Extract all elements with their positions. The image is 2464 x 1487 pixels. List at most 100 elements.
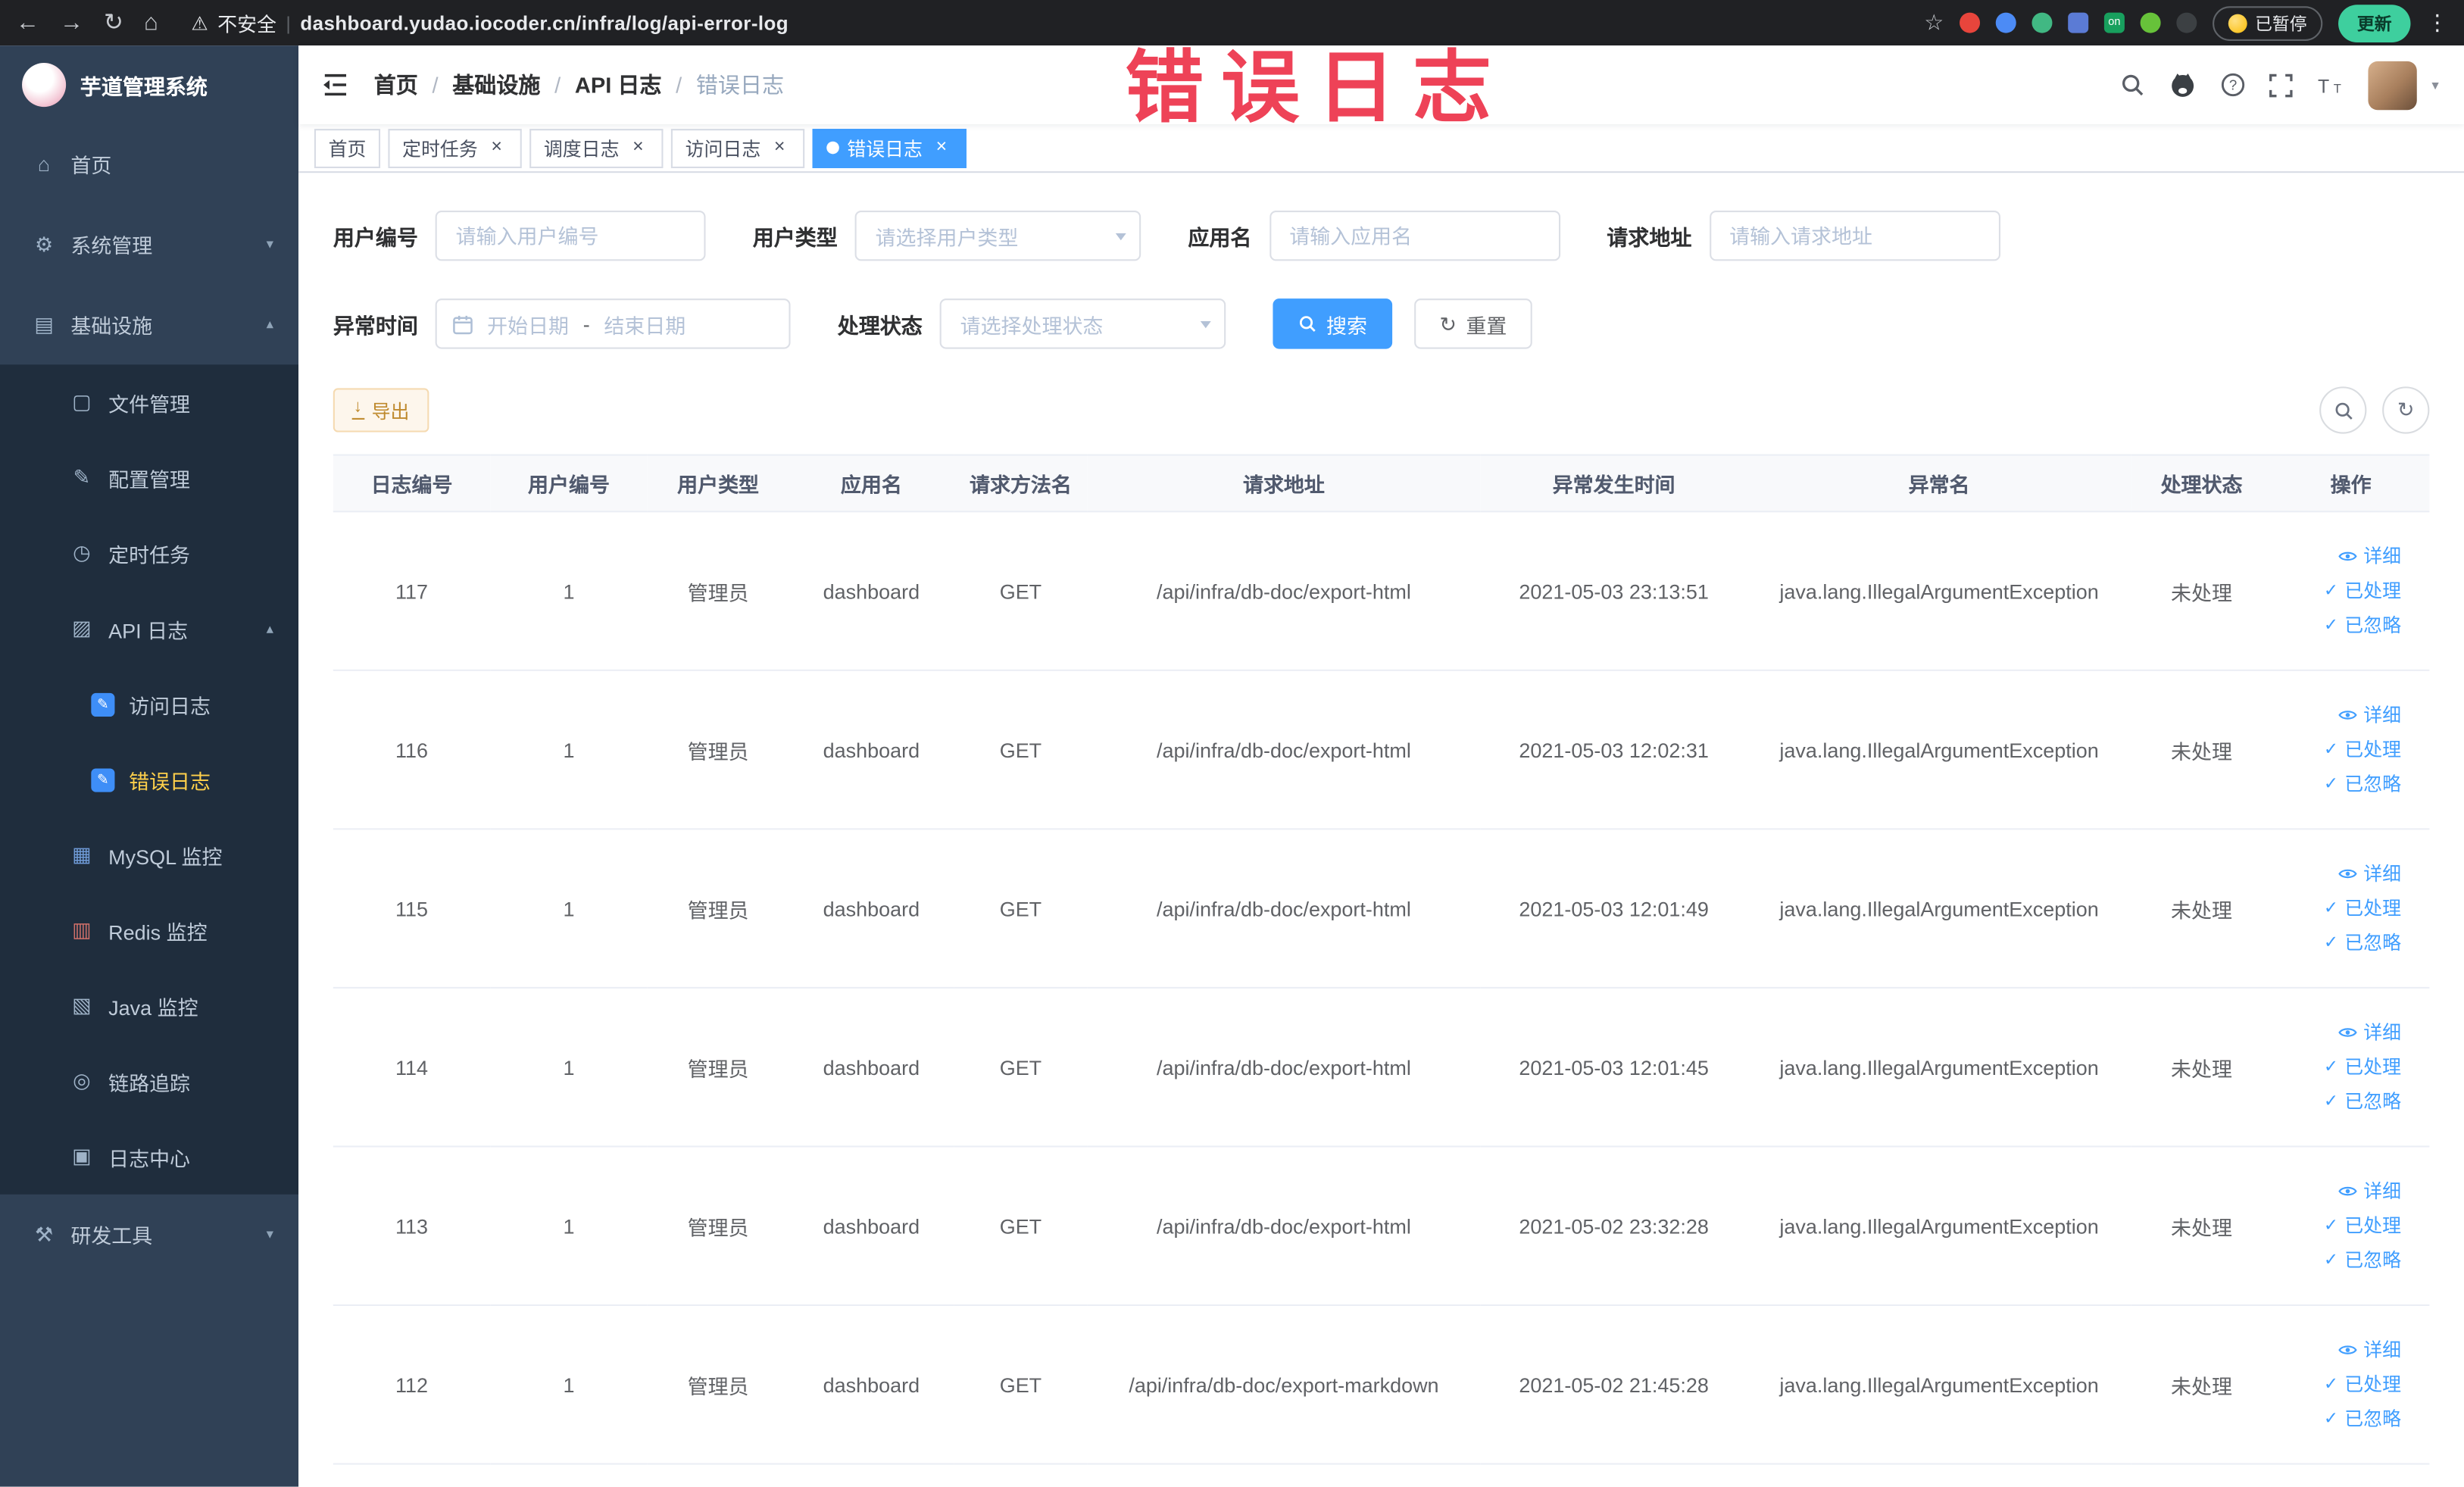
gear-icon: ⚙ — [34, 232, 54, 256]
browser-update-button[interactable]: 更新 — [2338, 4, 2411, 42]
sidebar-item-home[interactable]: ⌂ 首页 — [0, 124, 298, 205]
browser-reload-icon[interactable]: ↻ — [104, 11, 123, 35]
app-name-input[interactable] — [1269, 210, 1560, 261]
cell-process-status: 未处理 — [2131, 1304, 2272, 1465]
extension-icon[interactable] — [1960, 12, 1981, 33]
detail-link[interactable]: 详细 — [2281, 539, 2401, 574]
cell-exception-name: java.lang.IllegalArgumentException — [1747, 829, 2131, 989]
refresh-icon: ↻ — [2397, 397, 2415, 421]
toggle-search-button[interactable] — [2319, 386, 2367, 434]
mark-ignored-link[interactable]: ✓ 已忽略 — [2281, 1402, 2401, 1437]
tab-schedule-log[interactable]: 调度日志 × — [529, 128, 664, 167]
mark-processed-link[interactable]: ✓ 已处理 — [2281, 733, 2401, 767]
close-icon[interactable]: × — [627, 136, 649, 158]
user-id-input[interactable] — [435, 210, 706, 261]
hamburger-icon[interactable] — [322, 66, 361, 104]
detail-link[interactable]: 详细 — [2281, 698, 2401, 733]
mark-processed-link[interactable]: ✓ 已处理 — [2281, 891, 2401, 926]
start-date-placeholder[interactable]: 开始日期 — [487, 309, 569, 339]
extension-icon[interactable] — [2176, 12, 2197, 33]
sidebar-item-error-log[interactable]: ✎ 错误日志 — [0, 742, 298, 817]
export-button[interactable]: ↓ 导出 — [333, 388, 429, 433]
browser-forward-icon[interactable]: → — [60, 11, 83, 35]
site-security-chip[interactable]: ⚠ 不安全 | dashboard.yudao.iocoder.cn/infra… — [191, 8, 789, 37]
sidebar-item-access-log[interactable]: ✎ 访问日志 — [0, 667, 298, 742]
detail-link[interactable]: 详细 — [2281, 857, 2401, 892]
sidebar-item-label: MySQL 监控 — [108, 845, 223, 869]
cell-actions: 详细 ✓ 已处理 ✓ 已忽略 — [2272, 829, 2430, 989]
sidebar-item-file-management[interactable]: ▢ 文件管理 — [0, 364, 298, 440]
breadcrumb-infrastructure[interactable]: 基础设施 — [452, 69, 540, 100]
browser-home-icon[interactable]: ⌂ — [144, 11, 158, 35]
extension-icon[interactable]: on — [2103, 12, 2125, 33]
sidebar-item-infrastructure[interactable]: ▤ 基础设施 ▴ — [0, 285, 298, 365]
process-status-select[interactable]: 请选择处理状态 ▾ — [939, 298, 1226, 349]
request-url-input[interactable] — [1709, 210, 2000, 261]
detail-link[interactable]: 详细 — [2281, 1332, 2401, 1367]
sidebar-item-trace[interactable]: ◎ 链路追踪 — [0, 1044, 298, 1120]
mark-processed-link[interactable]: ✓ 已处理 — [2281, 1367, 2401, 1402]
tab-scheduled-jobs[interactable]: 定时任务 × — [388, 128, 522, 167]
mark-processed-link[interactable]: ✓ 已处理 — [2281, 1208, 2401, 1243]
mark-ignored-link[interactable]: ✓ 已忽略 — [2281, 1243, 2401, 1278]
sidebar-item-mysql-monitor[interactable]: ▦ MySQL 监控 — [0, 817, 298, 893]
sidebar-item-dev-tools[interactable]: ⚒ 研发工具 ▾ — [0, 1195, 298, 1275]
user-type-select[interactable]: 请选择用户类型 ▾ — [854, 210, 1141, 261]
cell-request-method: GET — [954, 829, 1088, 989]
sidebar-item-api-log[interactable]: ▨ API 日志 ▴ — [0, 591, 298, 667]
vue-devtools-extension-icon[interactable] — [2031, 12, 2053, 33]
detail-link[interactable]: 详细 — [2281, 1015, 2401, 1050]
browser-back-icon[interactable]: ← — [16, 11, 39, 35]
browser-menu-icon[interactable]: ⋮ — [2426, 9, 2448, 36]
sidebar-item-scheduled-jobs[interactable]: ◷ 定时任务 — [0, 515, 298, 591]
extension-icon[interactable] — [1995, 12, 2016, 33]
tab-home[interactable]: 首页 — [314, 128, 381, 167]
help-icon[interactable]: ? — [2221, 72, 2246, 97]
address-bar-url[interactable]: dashboard.yudao.iocoder.cn/infra/log/api… — [300, 12, 789, 34]
app-logo[interactable]: 芋道管理系统 — [0, 45, 298, 124]
close-icon[interactable]: × — [486, 136, 507, 158]
github-icon[interactable] — [2169, 70, 2197, 98]
paused-extension-badge[interactable]: 已暂停 — [2213, 5, 2323, 40]
select-placeholder: 请选择用户类型 — [875, 225, 1019, 249]
detail-link[interactable]: 详细 — [2281, 1174, 2401, 1209]
mark-ignored-link[interactable]: ✓ 已忽略 — [2281, 926, 2401, 961]
sidebar-item-log-center[interactable]: ▣ 日志中心 — [0, 1119, 298, 1195]
extension-icon[interactable] — [2068, 12, 2089, 33]
caret-down-icon[interactable]: ▾ — [2431, 77, 2438, 94]
exception-time-range-picker[interactable]: 开始日期 - 结束日期 — [435, 298, 791, 349]
fullscreen-icon[interactable] — [2270, 73, 2294, 97]
refresh-table-button[interactable]: ↻ — [2382, 386, 2430, 434]
mark-processed-link[interactable]: ✓ 已处理 — [2281, 1050, 2401, 1085]
mark-ignored-link[interactable]: ✓ 已忽略 — [2281, 767, 2401, 801]
sidebar-item-java-monitor[interactable]: ▧ Java 监控 — [0, 968, 298, 1044]
close-icon[interactable]: × — [930, 136, 952, 158]
end-date-placeholder[interactable]: 结束日期 — [604, 309, 685, 339]
app-title: 芋道管理系统 — [80, 75, 208, 99]
detail-link-label: 详细 — [2363, 862, 2402, 886]
sidebar-item-redis-monitor[interactable]: ▥ Redis 监控 — [0, 892, 298, 968]
search-icon[interactable] — [2121, 72, 2146, 97]
extension-icon[interactable] — [2140, 12, 2161, 33]
reset-button[interactable]: ↻ 重置 — [1414, 298, 1532, 349]
tab-access-log[interactable]: 访问日志 × — [670, 128, 805, 167]
mark-processed-link[interactable]: ✓ 已处理 — [2281, 573, 2401, 608]
sidebar-item-config-management[interactable]: ✎ 配置管理 — [0, 440, 298, 516]
cell-actions: 详细 ✓ 已处理 ✓ 已忽略 — [2272, 511, 2430, 671]
search-button[interactable]: 搜索 — [1273, 298, 1393, 349]
sidebar-item-label: Redis 监控 — [108, 920, 208, 944]
table-row: 117 1 管理员 dashboard GET /api/infra/db-do… — [333, 511, 2430, 671]
breadcrumb-home[interactable]: 首页 — [374, 69, 418, 100]
breadcrumb-api-log[interactable]: API 日志 — [575, 69, 662, 100]
sidebar-item-system-management[interactable]: ⚙ 系统管理 ▾ — [0, 205, 298, 285]
user-avatar[interactable] — [2369, 60, 2418, 110]
processed-link-label: 已处理 — [2344, 579, 2402, 602]
close-icon[interactable]: × — [769, 136, 791, 158]
mark-ignored-link[interactable]: ✓ 已忽略 — [2281, 1084, 2401, 1119]
font-size-icon[interactable]: TT — [2317, 73, 2345, 96]
bookmark-star-icon[interactable]: ☆ — [1924, 9, 1944, 36]
mark-ignored-link[interactable]: ✓ 已忽略 — [2281, 608, 2401, 643]
cell-request-url: /api/infra/db-doc/export-html — [1087, 987, 1481, 1148]
tab-error-log[interactable]: 错误日志 × — [812, 128, 967, 167]
chevron-up-icon: ▴ — [266, 620, 273, 636]
